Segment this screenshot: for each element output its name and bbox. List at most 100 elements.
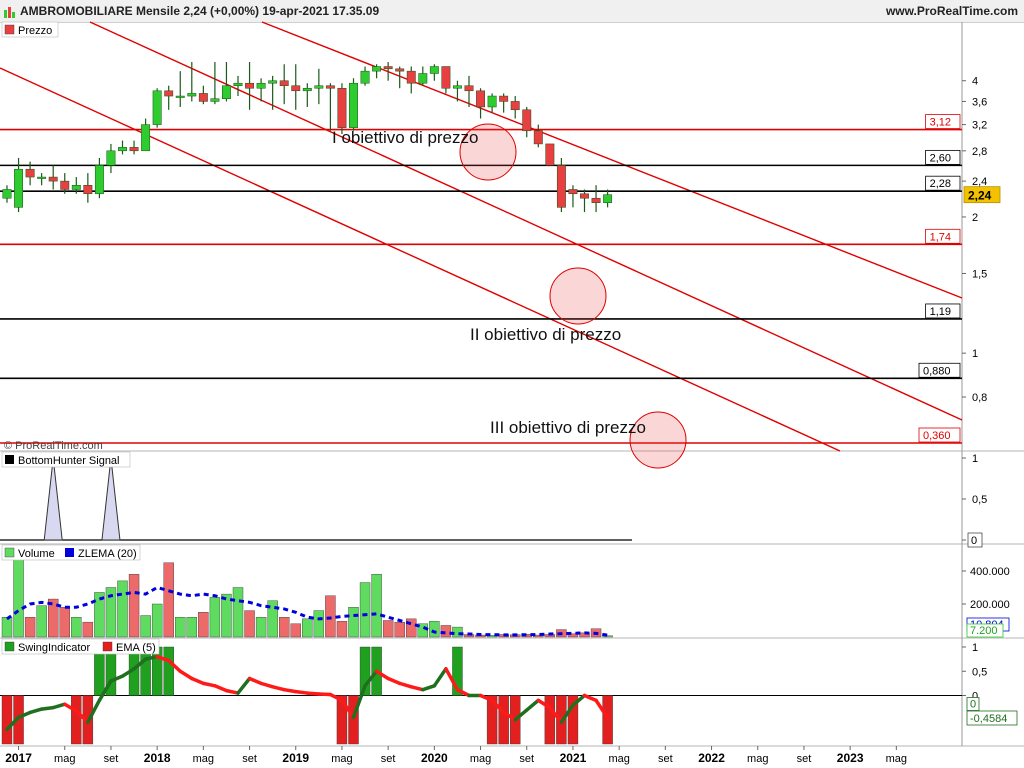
candle-body xyxy=(210,98,220,102)
x-tick-label: mag xyxy=(747,753,768,765)
volume-bar xyxy=(198,612,209,638)
volume-bar xyxy=(175,617,186,638)
volume-bar xyxy=(371,574,382,638)
swing-bar xyxy=(1,695,13,745)
price-level-label: 2,60 xyxy=(930,152,951,164)
candle-body xyxy=(406,70,416,84)
ema5-segment xyxy=(213,684,229,693)
volume-bar xyxy=(255,617,267,638)
candle-body xyxy=(533,130,543,145)
x-tick-label: set xyxy=(658,753,673,765)
ema5-segment xyxy=(51,702,67,710)
volume-bar xyxy=(151,603,163,638)
legend-swatch-icon xyxy=(102,641,113,652)
volume-bar xyxy=(209,597,221,638)
candle-body xyxy=(499,95,509,102)
volume-bar xyxy=(359,582,371,638)
candle-body xyxy=(222,85,231,99)
x-tick-label: 2020 xyxy=(421,751,448,765)
ema5-segment xyxy=(224,688,240,695)
x-tick-label: 2019 xyxy=(282,751,309,765)
candle-body xyxy=(83,184,93,195)
price-y-tick-label: 1,5 xyxy=(972,268,987,280)
candle-body xyxy=(60,180,70,190)
volume-bar xyxy=(1,617,13,638)
candle-body xyxy=(487,95,497,108)
legend-swatch-icon xyxy=(4,641,15,652)
price-level-label: 2,28 xyxy=(930,178,951,190)
candle-body xyxy=(198,93,208,102)
volume-bar xyxy=(290,623,301,638)
candle-body xyxy=(141,124,151,152)
price-y-tick-label: 2 xyxy=(972,212,978,224)
volume-bar xyxy=(71,617,82,638)
chart-window: AMBROMOBILIARE Mensile 2,24 (+0,00%) 19-… xyxy=(0,0,1024,768)
trendline-channel-1 xyxy=(0,67,841,452)
candle-body xyxy=(233,82,243,86)
volume-bar xyxy=(36,605,47,638)
volume-bar xyxy=(13,557,24,638)
candle-body xyxy=(279,80,289,86)
price-level-label: 0,880 xyxy=(923,365,951,377)
candle-body xyxy=(71,184,81,190)
volume-bar xyxy=(382,620,394,638)
candle-body xyxy=(580,193,589,199)
price-level-label: 1,74 xyxy=(930,231,951,243)
ema5-segment xyxy=(247,676,263,686)
legend-swatch-icon xyxy=(4,547,15,558)
volume-bar xyxy=(336,621,348,638)
price-level-label: 0,360 xyxy=(923,430,951,442)
x-tick-label: 2023 xyxy=(837,751,864,765)
ema5-segment xyxy=(178,669,194,681)
trendline-channel-2 xyxy=(89,21,963,421)
volume-bar xyxy=(24,617,36,638)
candle-body xyxy=(349,82,358,128)
ema5-segment xyxy=(201,681,217,688)
candle-body xyxy=(383,66,393,70)
candle-body xyxy=(129,147,139,152)
legend-swatch-icon xyxy=(5,455,14,464)
ema5-value-label: -0,4584 xyxy=(970,713,1007,725)
volume-bar xyxy=(313,610,325,638)
target-circle xyxy=(549,267,607,325)
swing-y-tick-label: 1 xyxy=(972,642,978,654)
bh-y-tick-label: 1 xyxy=(972,453,978,465)
volume-bar xyxy=(244,610,255,638)
x-tick-label: set xyxy=(381,753,396,765)
x-tick-label: set xyxy=(797,753,812,765)
candle-body xyxy=(256,82,266,89)
volume-bar xyxy=(232,587,244,638)
candle-body xyxy=(441,66,451,89)
candle-body xyxy=(372,66,382,72)
volume-bar xyxy=(59,607,70,638)
candle-body xyxy=(556,165,566,208)
candle-body xyxy=(302,87,312,92)
ema5-segment xyxy=(143,654,159,661)
bh-legend-label: BottomHunter Signal xyxy=(18,455,120,467)
ema5-segment xyxy=(236,676,252,695)
legend-swatch-icon xyxy=(4,24,15,35)
volume-bar xyxy=(82,621,94,638)
swing-legend-label: SwingIndicator xyxy=(18,642,90,654)
candle-body xyxy=(603,194,613,203)
price-y-tick-label: 3,6 xyxy=(972,96,987,108)
price-y-tick-label: 1 xyxy=(972,348,978,360)
volume-bar xyxy=(325,595,336,638)
candle-body xyxy=(291,85,301,92)
swing-bar xyxy=(498,695,509,745)
x-tick-label: mag xyxy=(886,753,907,765)
annotation-target-2: II obiettivo di prezzo xyxy=(470,325,621,344)
candle-body xyxy=(453,85,462,89)
chart-canvas[interactable]: 43,63,22,82,421,510,83,122,602,281,741,1… xyxy=(0,0,1024,768)
candle-body xyxy=(48,176,58,182)
candle-body xyxy=(314,85,324,89)
volume-legend-label: Volume xyxy=(18,548,55,560)
swing-y-tick-label: 0,5 xyxy=(972,666,987,678)
ema5-segment xyxy=(190,676,206,686)
volume-bar xyxy=(163,562,174,638)
current-price-label: 2,24 xyxy=(968,189,992,203)
candle-body xyxy=(118,147,127,152)
candle-body xyxy=(568,189,578,195)
price-y-tick-label: 3,2 xyxy=(972,120,987,132)
candle-body xyxy=(464,85,474,92)
